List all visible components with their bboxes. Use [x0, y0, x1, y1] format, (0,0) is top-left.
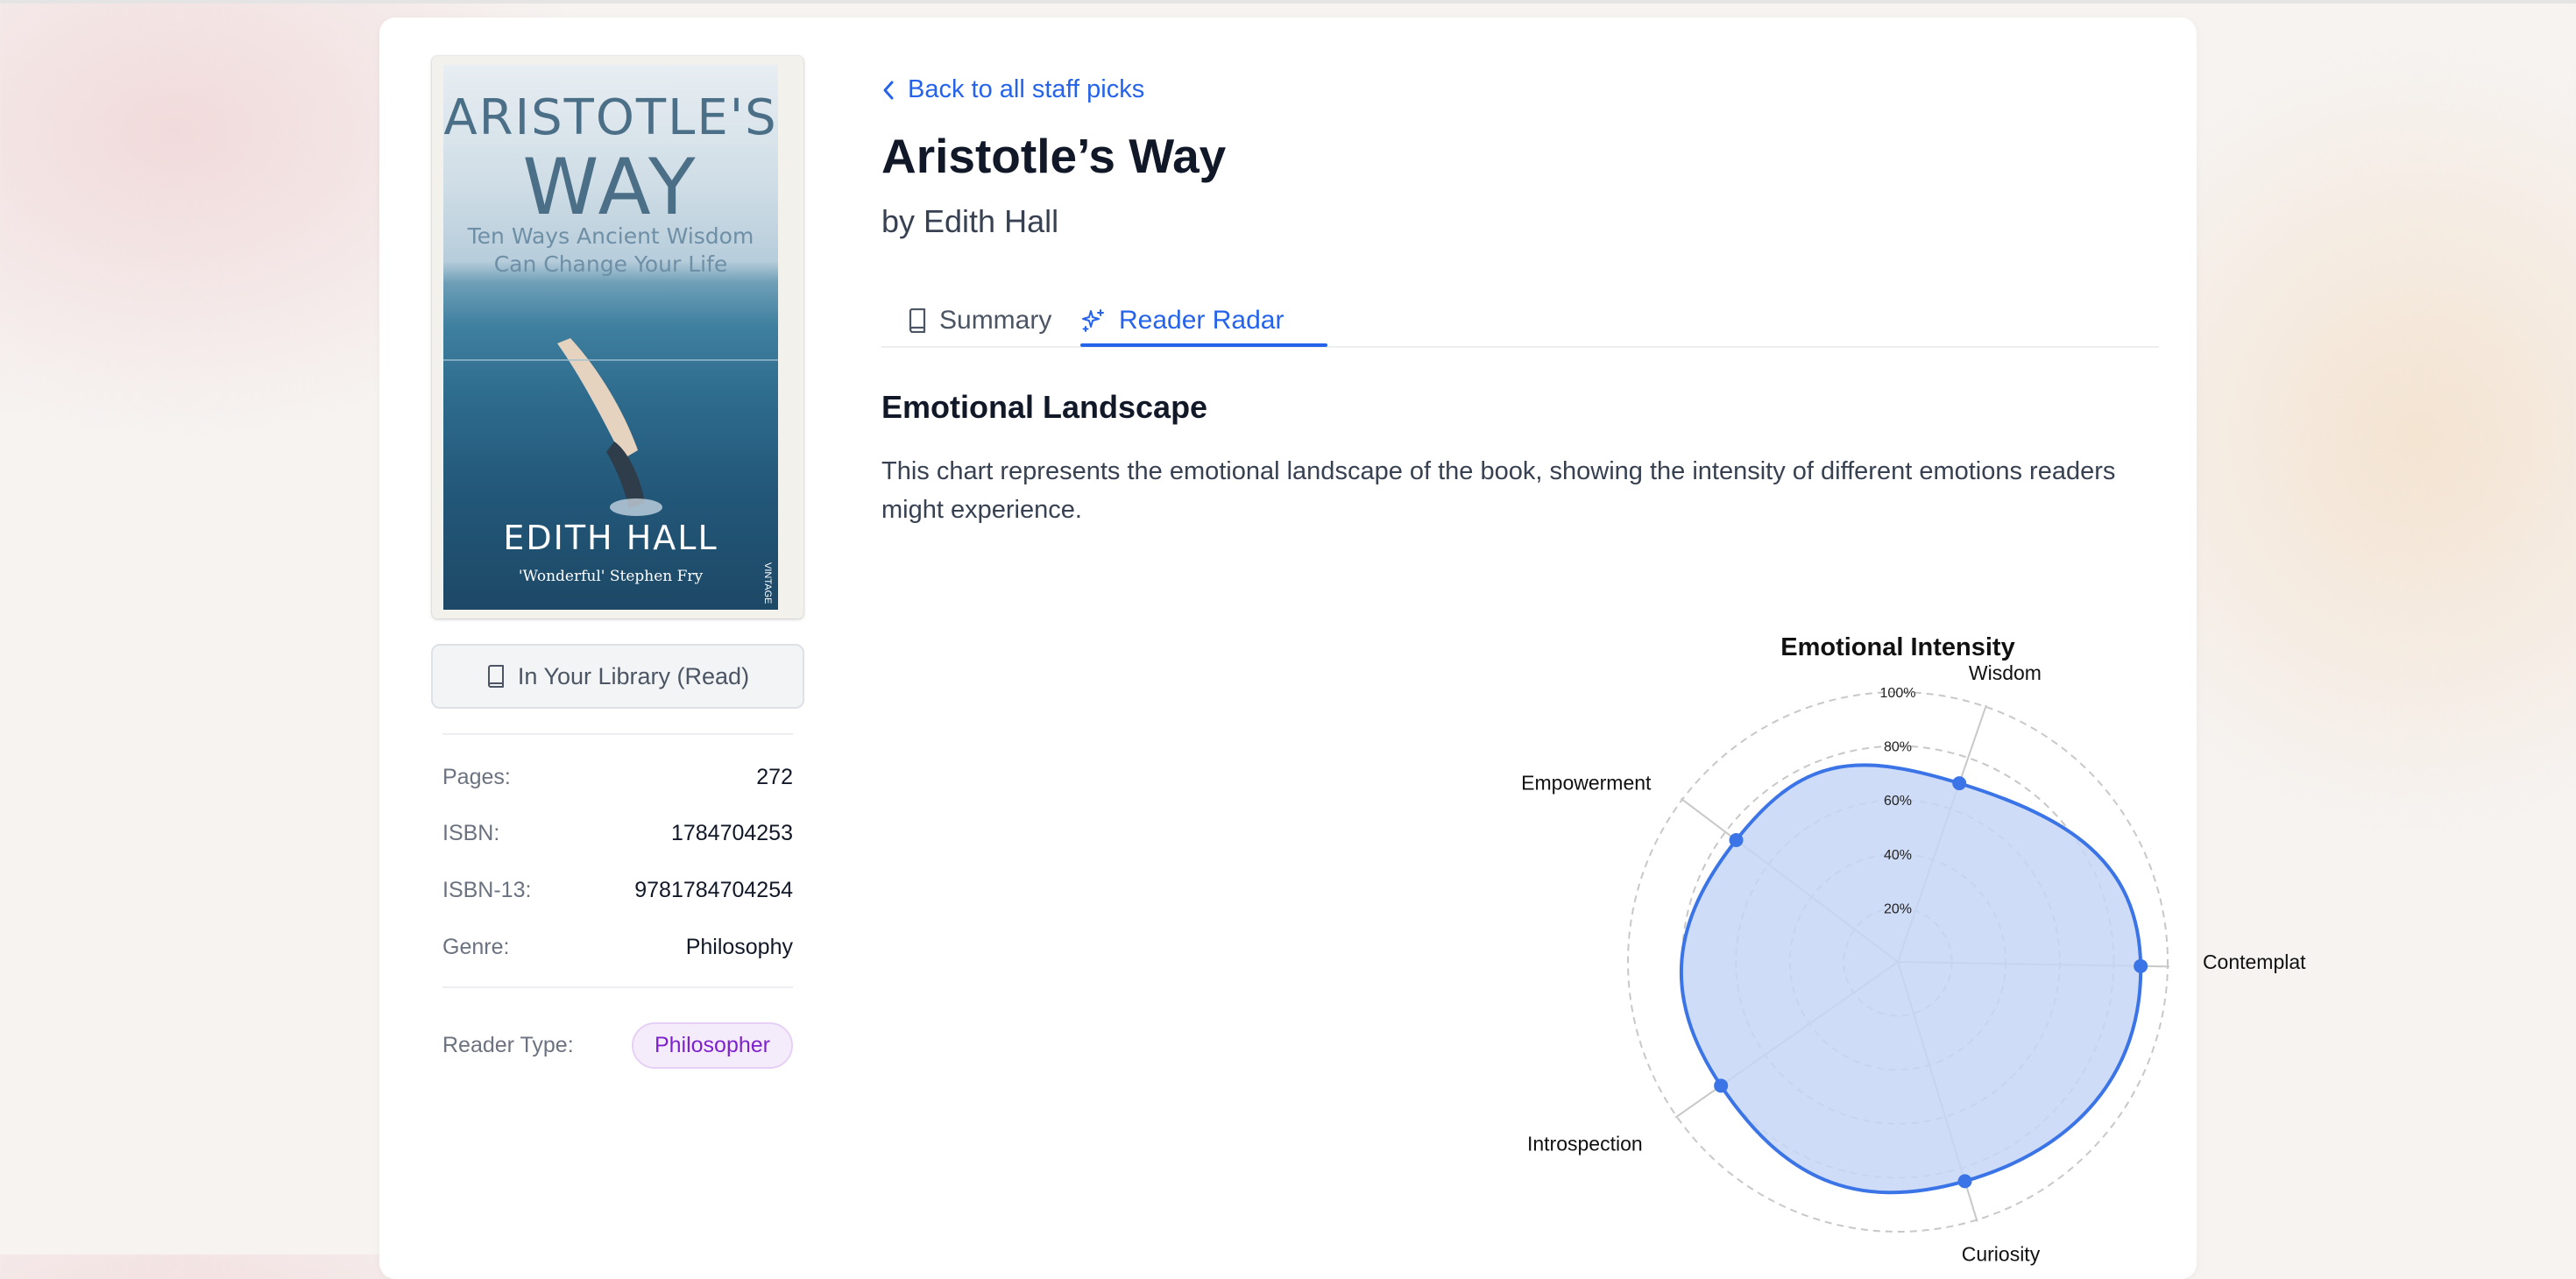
meta-row-isbn13: ISBN-13: 9781784704254: [442, 874, 793, 906]
radar-data-point: [1957, 1174, 1972, 1189]
radar-tick-label: 20%: [1884, 901, 1912, 916]
tab-reader-radar[interactable]: Reader Radar: [1080, 294, 1284, 347]
cover-title-line2: WAY: [522, 142, 699, 232]
meta-value: 9781784704254: [634, 877, 793, 902]
active-tab-indicator: [1080, 343, 1327, 347]
chevron-left-icon: [883, 81, 894, 99]
book-icon: [487, 665, 504, 688]
meta-row-pages: Pages: 272: [442, 761, 793, 793]
tab-reader-radar-label: Reader Radar: [1119, 306, 1284, 335]
radar-tick-label: 60%: [1884, 794, 1912, 809]
meta-divider-bottom: [442, 986, 793, 988]
radar-data-point: [2134, 958, 2148, 973]
radar-axis-label: Introspection: [1527, 1132, 1643, 1155]
cover-author: EDITH HALL: [503, 519, 718, 557]
radar-data-point: [1714, 1078, 1729, 1093]
radar-axis-label: Contemplat: [2203, 950, 2306, 973]
cover-publisher: VINTAGE: [762, 562, 773, 604]
tabs-divider: [881, 346, 2159, 348]
meta-label: Genre:: [442, 934, 510, 959]
reader-type-label: Reader Type:: [442, 1032, 574, 1057]
book-detail-card: ARISTOTLE'S WAY Ten Ways Ancient Wisdom …: [379, 18, 2306, 1279]
back-link-label: Back to all staff picks: [908, 75, 1145, 103]
radar-data-point: [1952, 776, 1967, 791]
back-to-staff-picks-link[interactable]: Back to all staff picks: [881, 75, 1144, 104]
window-top-border: [0, 0, 2576, 4]
book-cover: ARISTOTLE'S WAY Ten Ways Ancient Wisdom …: [432, 56, 803, 618]
chart-title: Emotional Intensity: [1780, 633, 2014, 661]
cover-subtitle: Ten Ways Ancient Wisdom Can Change Your …: [467, 223, 754, 277]
library-status-button[interactable]: In Your Library (Read): [431, 644, 804, 709]
meta-divider-top: [442, 733, 793, 735]
meta-value: 272: [756, 764, 793, 789]
library-status-label: In Your Library (Read): [517, 662, 750, 689]
radar-axis-label: Empowerment: [1521, 771, 1652, 794]
meta-value: 1784704253: [670, 820, 793, 845]
cover-quote: 'Wonderful' Stephen Fry: [518, 568, 704, 585]
meta-label: Pages:: [442, 764, 511, 789]
section-description: This chart represents the emotional land…: [881, 457, 2116, 524]
meta-row-genre: Genre: Philosophy: [442, 931, 793, 963]
tab-summary[interactable]: Summary: [908, 294, 1051, 347]
radar-series-area: [1679, 763, 2143, 1195]
book-author: by Edith Hall: [881, 203, 1059, 239]
radar-tick-label: 40%: [1884, 848, 1912, 863]
radar-data-point: [1729, 832, 1744, 847]
emotional-intensity-radar-chart: Emotional Intensity 20% 40% 60% 80% 100% Wis…: [1521, 633, 2306, 1266]
book-icon: [909, 308, 926, 333]
radar-tick-label: 100%: [1880, 686, 1916, 701]
radar-axis-label: Wisdom: [1969, 661, 2042, 684]
tab-summary-label: Summary: [939, 306, 1052, 335]
cover-title-line1: ARISTOTLE'S: [443, 89, 778, 146]
sparkles-icon: [1082, 309, 1104, 332]
meta-value: Philosophy: [685, 934, 793, 959]
book-title: Aristotle’s Way: [881, 129, 1227, 183]
radar-tick-label: 80%: [1884, 740, 1912, 755]
book-cover-art: ARISTOTLE'S WAY Ten Ways Ancient Wisdom …: [443, 65, 778, 610]
meta-row-isbn: ISBN: 1784704253: [442, 817, 793, 849]
meta-label: ISBN:: [442, 820, 500, 845]
section-title: Emotional Landscape: [881, 389, 1208, 425]
reader-type-badge: Philosopher: [631, 1021, 793, 1069]
meta-label: ISBN-13:: [442, 877, 532, 902]
meta-row-reader-type: Reader Type: Philosopher: [442, 1020, 793, 1071]
